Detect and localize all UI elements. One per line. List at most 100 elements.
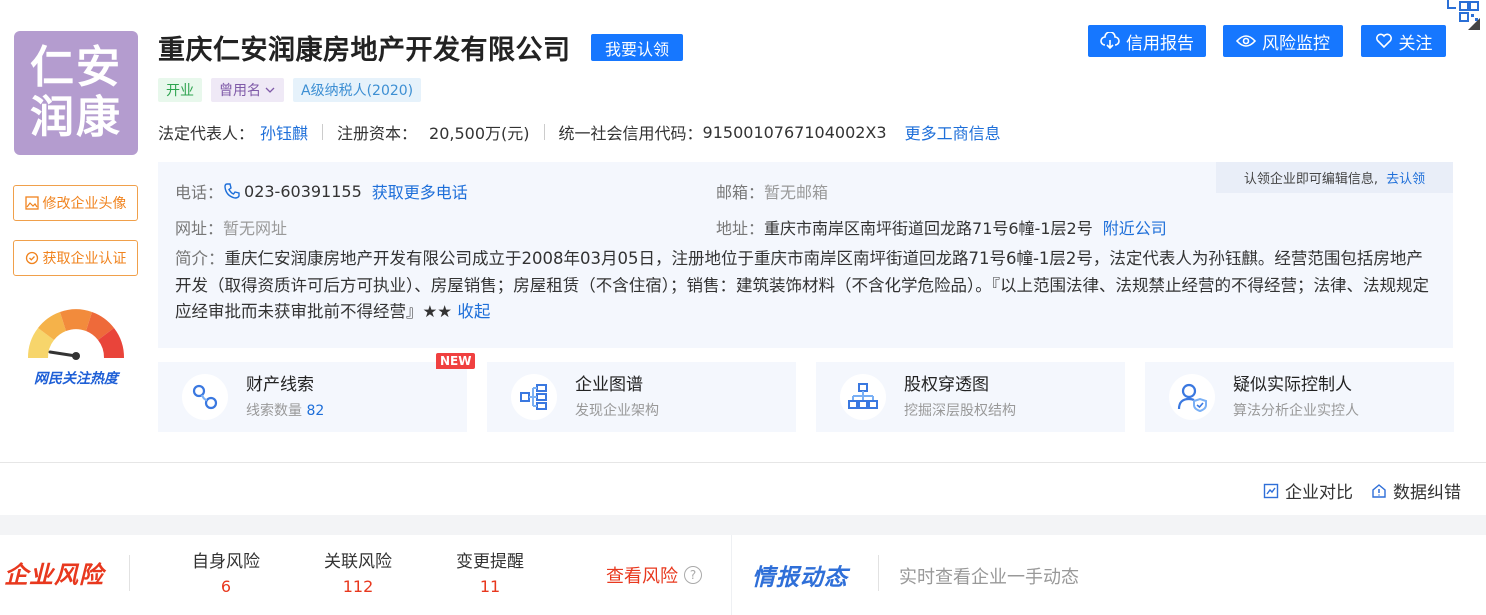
compare-button[interactable]: 企业对比 (1263, 478, 1353, 503)
status-tag: 开业 (158, 78, 202, 102)
get-cert-button[interactable]: 获取企业认证 (13, 240, 138, 276)
feature-subtitle: 线索数量 82 (246, 400, 324, 420)
risk-value: 6 (220, 577, 232, 596)
risk-monitor-label: 风险监控 (1262, 33, 1330, 54)
risk-monitor-button[interactable]: 风险监控 (1223, 25, 1343, 57)
equity-tree-icon (840, 374, 886, 420)
risk-value: 11 (479, 577, 501, 596)
edit-avatar-button[interactable]: 修改企业头像 (13, 185, 138, 221)
image-icon (24, 196, 39, 210)
correction-label: 数据纠错 (1393, 483, 1461, 503)
risk-bar: 企业风险 自身风险 6 关联风险 112 变更提醒 11 查看风险 ? 情报动态… (0, 535, 1486, 615)
heart-icon (1375, 33, 1392, 49)
help-icon[interactable]: ? (684, 566, 702, 584)
feature-subtitle: 挖掘深层股权结构 (904, 403, 1016, 419)
legal-rep-label: 法定代表人： (158, 124, 255, 143)
cloud-download-icon (1100, 32, 1120, 50)
feature-title: 股权穿透图 (904, 375, 989, 395)
phone-icon (224, 183, 240, 199)
change-alert-item[interactable]: 变更提醒 11 (445, 547, 535, 596)
email-value: 暂无邮箱 (764, 183, 829, 202)
chevron-down-icon (265, 87, 275, 93)
related-risk-item[interactable]: 关联风险 112 (313, 547, 403, 596)
view-risk-link[interactable]: 查看风险 ? (606, 562, 702, 588)
eye-icon (1236, 35, 1256, 47)
address-value: 重庆市南岸区南坪街道回龙路71号6幢-1层2号 (764, 219, 1093, 238)
compare-label: 企业对比 (1285, 483, 1353, 503)
go-claim-link[interactable]: 去认领 (1386, 168, 1425, 187)
feature-title: 疑似实际控制人 (1233, 375, 1352, 395)
nearby-companies-link[interactable]: 附近公司 (1103, 215, 1167, 239)
former-name-label: 曾用名 (219, 83, 261, 99)
divider (878, 555, 879, 591)
clue-count: 82 (306, 403, 325, 419)
enterprise-graph-icon (511, 374, 557, 420)
follow-label: 关注 (1398, 33, 1433, 54)
property-clue-icon (182, 374, 228, 420)
credit-report-button[interactable]: 信用报告 (1088, 25, 1206, 57)
company-logo: 仁安 润康 (14, 31, 138, 155)
cert-icon (25, 251, 38, 265)
qr-code-icon[interactable] (1446, 0, 1480, 30)
collapse-link[interactable]: 收起 (457, 302, 490, 321)
address-row: 地址： 重庆市南岸区南坪街道回龙路71号6幢-1层2号 附近公司 (716, 215, 1167, 239)
credit-code-label: 统一社会信用代码： (558, 124, 703, 143)
capital-label: 注册资本： (337, 124, 418, 143)
credit-report-label: 信用报告 (1126, 33, 1194, 54)
risk-value: 112 (342, 577, 374, 596)
website-label: 网址： (175, 219, 224, 238)
feature-card-actual-controller[interactable]: 疑似实际控制人 算法分析企业实控人 (1145, 362, 1454, 432)
intro-text: 重庆仁安润康房地产开发有限公司成立于2008年03月05日，注册地位于重庆市南岸… (175, 249, 1429, 321)
follow-button[interactable]: 关注 (1361, 25, 1446, 57)
heat-label: 网民关注热度 (34, 371, 118, 387)
risk-label: 自身风险 (192, 552, 260, 572)
section-gap (731, 535, 732, 615)
more-phones-link[interactable]: 获取更多电话 (372, 179, 468, 203)
basic-info-row: 法定代表人： 孙钰麒 注册资本： 20,500万(元) 统一社会信用代码： 91… (158, 120, 1001, 144)
feature-card-equity-tree[interactable]: 股权穿透图 挖掘深层股权结构 (816, 362, 1125, 432)
phone-value: 023-60391155 (244, 181, 362, 201)
email-label: 邮箱： (716, 183, 765, 202)
controller-icon (1169, 374, 1215, 420)
data-correction-button[interactable]: 数据纠错 (1371, 478, 1461, 503)
divider (0, 462, 1486, 463)
feature-card-property-clue[interactable]: 财产线索 线索数量 82 (158, 362, 467, 432)
intro-label: 简介： (175, 249, 225, 268)
logo-text-line-2: 润康 (30, 92, 122, 143)
email-row: 邮箱： 暂无邮箱 (716, 179, 828, 203)
get-cert-label: 获取企业认证 (42, 251, 127, 267)
risk-label: 变更提醒 (456, 552, 524, 572)
edit-avatar-label: 修改企业头像 (42, 196, 127, 212)
contact-info-panel: 认领企业即可编辑信息, 去认领 电话： 023-60391155 获取更多电话 … (158, 162, 1453, 348)
company-tags: 开业 曾用名 A级纳税人(2020) (158, 78, 422, 102)
intro-paragraph: 简介：重庆仁安润康房地产开发有限公司成立于2008年03月05日，注册地位于重庆… (175, 246, 1435, 326)
toolbar: 企业对比 数据纠错 (1263, 478, 1461, 503)
compare-icon (1263, 483, 1279, 498)
taxpayer-tag: A级纳税人(2020) (293, 78, 422, 102)
legal-rep-link[interactable]: 孙钰麒 (260, 120, 308, 144)
more-business-info-link[interactable]: 更多工商信息 (905, 120, 1001, 144)
feature-title: 企业图谱 (575, 375, 643, 395)
divider (543, 124, 545, 140)
self-risk-item[interactable]: 自身风险 6 (181, 547, 271, 596)
feature-subtitle-text: 线索数量 (246, 403, 302, 419)
capital-value: 20,500万(元) (429, 124, 530, 143)
claim-button[interactable]: 我要认领 (591, 34, 683, 61)
feature-title: 财产线索 (246, 375, 314, 395)
company-name: 重庆仁安润康房地产开发有限公司 (158, 35, 571, 66)
website-value: 暂无网址 (223, 219, 288, 238)
intel-subtitle[interactable]: 实时查看企业一手动态 (899, 563, 1079, 589)
divider (322, 124, 324, 140)
feature-card-enterprise-graph[interactable]: 企业图谱 发现企业架构 (487, 362, 796, 432)
address-label: 地址： (716, 219, 765, 238)
divider (129, 555, 130, 591)
risk-title: 企业风险 (4, 561, 104, 589)
intel-title: 情报动态 (752, 565, 848, 591)
phone-label: 电话： (175, 183, 224, 202)
company-header-card: 仁安 润康 修改企业头像 获取企业认证 网民关注热度 重庆仁安润康房地产开发有限… (0, 0, 1486, 515)
former-name-tag[interactable]: 曾用名 (211, 78, 284, 102)
feature-subtitle: 算法分析企业实控人 (1233, 403, 1359, 419)
credit-code-value: 9150010767104002X3 (702, 122, 887, 142)
view-risk-label: 查看风险 (606, 566, 678, 587)
feature-subtitle: 发现企业架构 (575, 403, 659, 419)
